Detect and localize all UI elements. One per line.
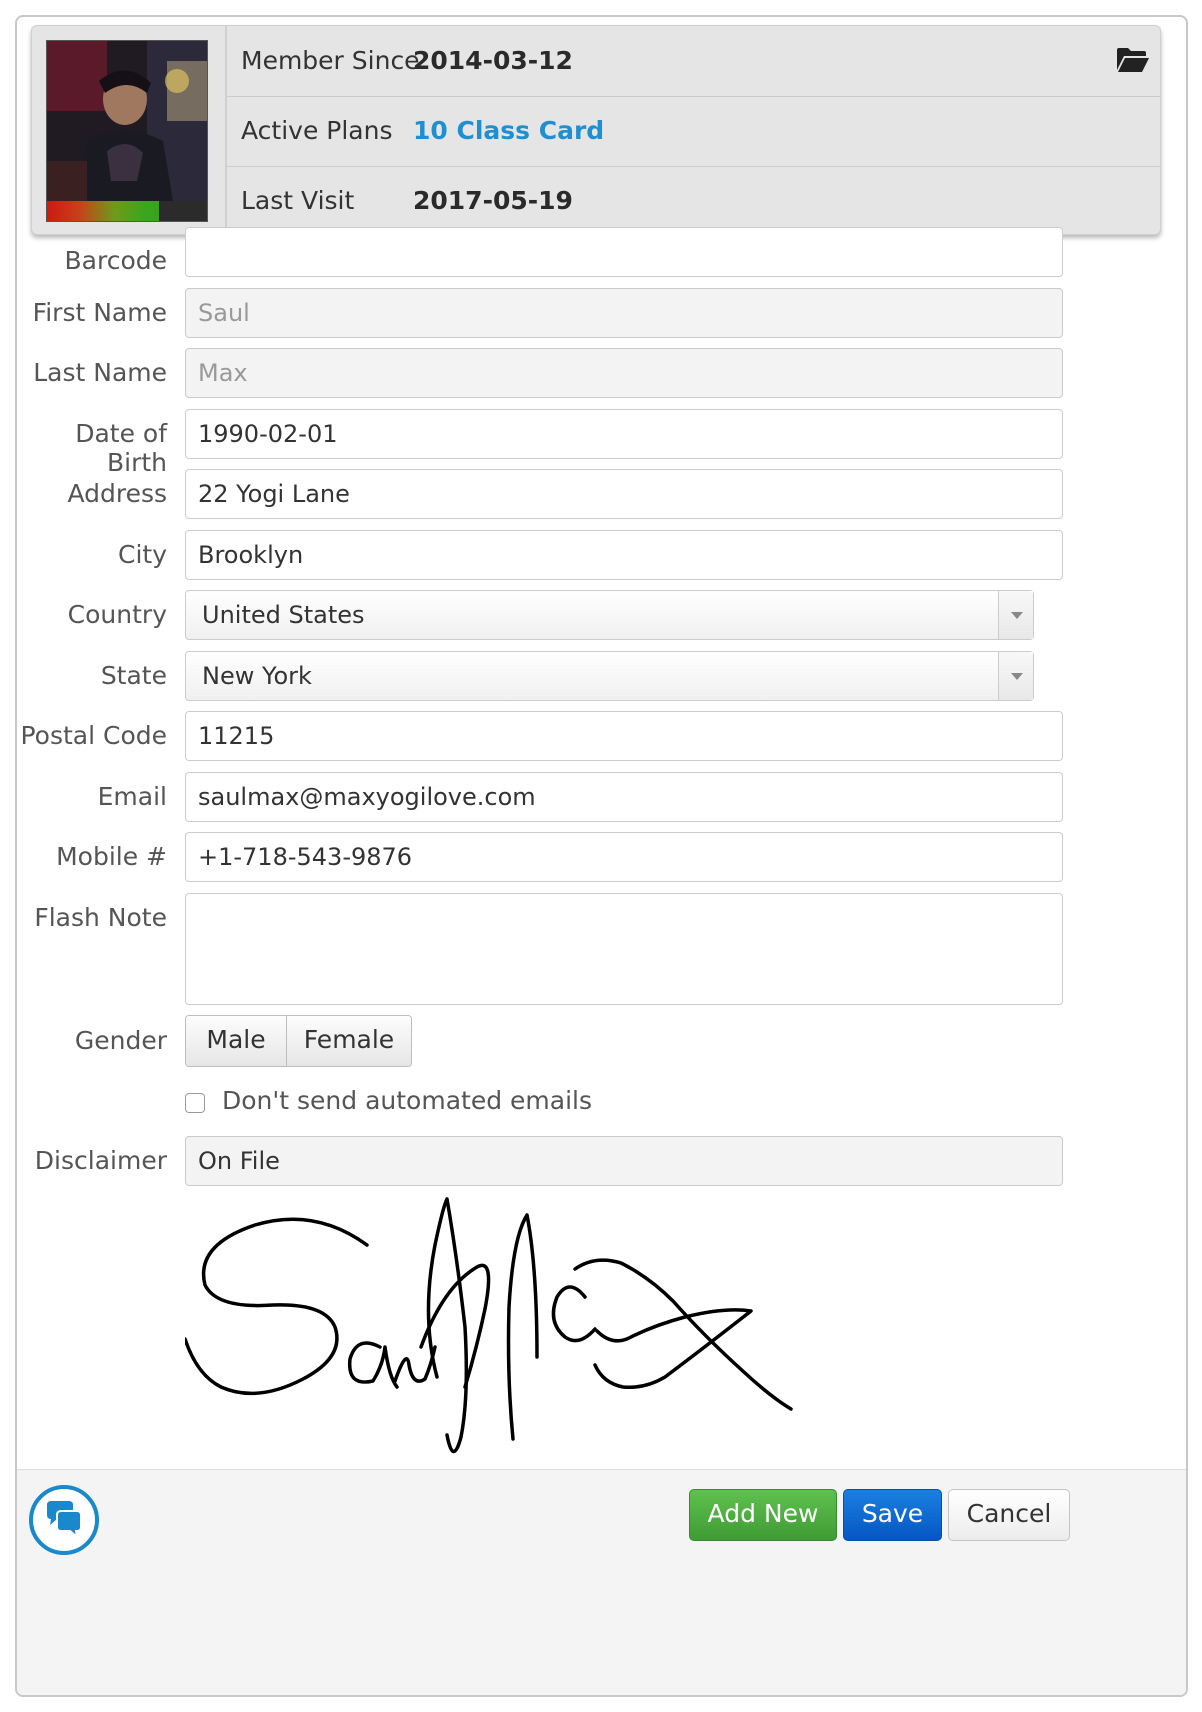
postal-code-label: Postal Code xyxy=(20,721,167,750)
add-new-button[interactable]: Add New xyxy=(689,1489,837,1541)
member-since-row: Member Since 2014-03-12 xyxy=(227,26,1160,97)
first-name-input[interactable] xyxy=(185,288,1063,338)
folder-open-icon[interactable] xyxy=(1116,46,1150,74)
state-label: State xyxy=(100,661,167,690)
gender-toggle: Male Female xyxy=(185,1015,412,1067)
signature-image xyxy=(185,1197,793,1454)
member-photo[interactable] xyxy=(46,40,208,222)
active-plans-link[interactable]: 10 Class Card xyxy=(413,96,604,166)
barcode-label: Barcode xyxy=(64,246,168,275)
address-label: Address xyxy=(67,479,167,508)
flash-note-label: Flash Note xyxy=(34,903,167,932)
disclaimer-input[interactable] xyxy=(185,1136,1063,1186)
email-input[interactable] xyxy=(185,772,1063,822)
form-footer: Add New Save Cancel xyxy=(17,1469,1186,1695)
active-plans-label: Active Plans xyxy=(241,116,393,145)
last-visit-value: 2017-05-19 xyxy=(413,186,573,215)
no-emails-checkbox[interactable] xyxy=(185,1093,205,1113)
dob-label: Date of Birth xyxy=(75,419,167,477)
last-visit-label: Last Visit xyxy=(241,186,355,215)
member-photo-image xyxy=(47,41,207,201)
last-name-label: Last Name xyxy=(33,358,167,387)
gender-label: Gender xyxy=(74,1026,167,1055)
member-since-value: 2014-03-12 xyxy=(413,46,573,75)
mobile-label: Mobile # xyxy=(56,842,167,871)
last-visit-row: Last Visit 2017-05-19 xyxy=(227,166,1160,236)
disclaimer-label: Disclaimer xyxy=(34,1146,167,1175)
barcode-input[interactable] xyxy=(185,227,1063,277)
gender-female-button[interactable]: Female xyxy=(287,1016,411,1066)
state-select-value: New York xyxy=(202,662,312,690)
flash-note-textarea[interactable] xyxy=(185,893,1063,1005)
dob-input[interactable] xyxy=(185,409,1063,459)
country-select-value: United States xyxy=(202,601,365,629)
email-label: Email xyxy=(97,782,167,811)
member-form-panel: Member Since 2014-03-12 Active Plans 10 … xyxy=(15,15,1188,1697)
country-label: Country xyxy=(67,600,167,629)
country-select[interactable]: United States xyxy=(185,590,1034,640)
photo-cell xyxy=(32,26,227,234)
mobile-input[interactable] xyxy=(185,832,1063,882)
state-select[interactable]: New York xyxy=(185,651,1034,701)
cancel-button[interactable]: Cancel xyxy=(948,1489,1070,1541)
city-input[interactable] xyxy=(185,530,1063,580)
no-emails-label: Don't send automated emails xyxy=(222,1086,592,1115)
member-since-label: Member Since xyxy=(241,46,420,75)
member-summary-card: Member Since 2014-03-12 Active Plans 10 … xyxy=(31,25,1161,235)
first-name-label: First Name xyxy=(32,298,167,327)
last-name-input[interactable] xyxy=(185,348,1063,398)
city-label: City xyxy=(118,540,167,569)
postal-code-input[interactable] xyxy=(185,711,1063,761)
chat-bubbles-icon[interactable] xyxy=(29,1485,99,1555)
photo-color-bar xyxy=(47,201,207,221)
save-button[interactable]: Save xyxy=(843,1489,942,1541)
address-input[interactable] xyxy=(185,469,1063,519)
active-plans-row: Active Plans 10 Class Card xyxy=(227,96,1160,167)
chevron-down-icon[interactable] xyxy=(998,591,1033,639)
gender-male-button[interactable]: Male xyxy=(186,1016,287,1066)
chevron-down-icon[interactable] xyxy=(998,652,1033,700)
